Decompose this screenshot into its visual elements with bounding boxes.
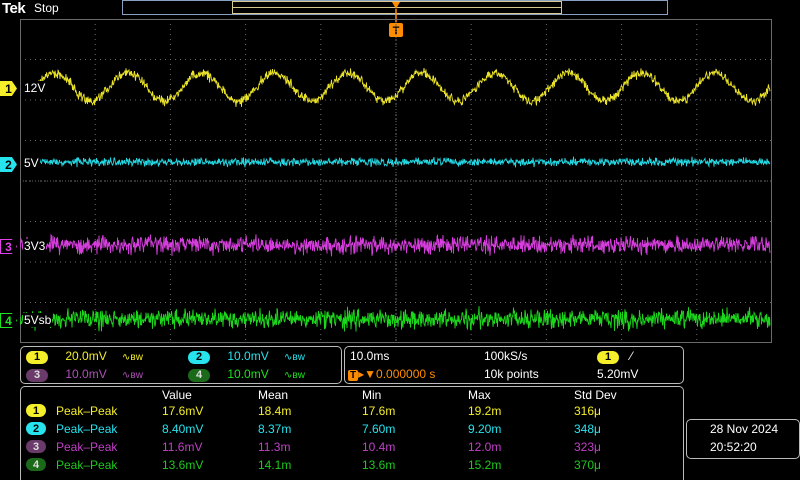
- measurement-std: 316μ: [574, 404, 601, 418]
- measurement-max: 9.20m: [468, 422, 502, 436]
- measurement-type: Peak–Peak: [56, 440, 118, 454]
- vertical-ch3[interactable]: 3 10.0mV ∿ʙᴡ: [26, 367, 143, 382]
- measurement-row[interactable]: 1 Peak–Peak 17.6mV 18.4m 17.6m 19.2m 316μ: [0, 404, 684, 420]
- delay-arrow-icon: ▸▼: [358, 367, 377, 381]
- measurement-header-cell: Value: [162, 388, 192, 402]
- measurement-channel-badge: 1: [26, 404, 46, 417]
- brand-logo: Tek: [2, 0, 26, 17]
- measurement-std: 370μ: [574, 458, 601, 472]
- measurement-value: 13.6mV: [162, 458, 204, 472]
- ch2-bw-limit-icon: ∿ʙᴡ: [284, 352, 305, 363]
- ch2-waveform: [35, 156, 771, 168]
- measurement-channel-badge: 2: [26, 422, 46, 435]
- measurement-max: 19.2m: [468, 404, 502, 418]
- measurement-mean: 18.4m: [258, 404, 292, 418]
- ch4-marker[interactable]: 4: [0, 313, 17, 328]
- ch1-waveform: [35, 67, 771, 107]
- measurement-min: 10.4m: [362, 440, 396, 454]
- measurement-type: Peak–Peak: [56, 422, 118, 436]
- measurement-value: 11.6mV: [162, 440, 203, 454]
- vertical-ch1[interactable]: 1 20.0mV ∿ʙᴡ: [26, 349, 143, 364]
- vertical-ch2[interactable]: 2 10.0mV ∿ʙᴡ: [188, 349, 305, 364]
- ch2-scale: 10.0mV: [227, 349, 269, 363]
- trigger-slope-icon: ⁄: [630, 349, 633, 363]
- measurement-mean: 11.3m: [258, 440, 291, 454]
- measurement-header-cell: Mean: [258, 388, 289, 402]
- ch3-badge: 3: [26, 368, 48, 382]
- trigger-source[interactable]: 1 ⁄: [597, 349, 632, 364]
- ch3-bw-limit-icon: ∿ʙᴡ: [122, 370, 143, 381]
- measurement-header-cell: Std Dev: [574, 388, 617, 402]
- ch2-marker[interactable]: 2: [0, 157, 17, 172]
- ch1-marker[interactable]: 1: [0, 81, 17, 96]
- ch4-waveform: [20, 306, 771, 332]
- measurement-min: 17.6m: [362, 404, 396, 418]
- measurement-header: Value Mean Min Max Std Dev: [0, 388, 684, 402]
- ch3-label: 3V3: [23, 239, 47, 253]
- measurement-header-cell: Max: [468, 388, 491, 402]
- trigger-arrow-icon: [392, 2, 400, 9]
- time-display: 20:52:20: [710, 440, 757, 454]
- time-per-div: 10.0ms: [350, 349, 390, 363]
- measurement-min: 13.6m: [362, 458, 396, 472]
- measurement-row[interactable]: 4 Peak–Peak 13.6mV 14.1m 13.6m 15.2m 370μ: [0, 458, 684, 474]
- horizontal-delay[interactable]: T ▸▼0.000000 s: [348, 367, 435, 381]
- measurement-mean: 8.37m: [258, 422, 292, 436]
- ch1-badge: 1: [26, 350, 48, 364]
- sample-rate: 100kS/s: [484, 349, 528, 363]
- ch2-label: 5V: [23, 156, 40, 170]
- measurement-mean: 14.1m: [258, 458, 292, 472]
- acquisition-state: Stop: [34, 1, 59, 15]
- ch4-bw-limit-icon: ∿ʙᴡ: [284, 370, 305, 381]
- ch3-waveform: [20, 233, 771, 257]
- measurement-header-cell: Min: [362, 388, 382, 402]
- measurement-value: 17.6mV: [162, 404, 204, 418]
- measurement-max: 12.0m: [468, 440, 502, 454]
- record-length: 10k points: [484, 367, 539, 381]
- ch4-label: 5Vsb: [23, 313, 53, 327]
- ch1-scale: 20.0mV: [65, 349, 107, 363]
- measurement-std: 323μ: [574, 440, 601, 454]
- ch2-badge: 2: [188, 350, 210, 364]
- measurement-std: 348μ: [574, 422, 601, 436]
- measurement-value: 8.40mV: [162, 422, 204, 436]
- vertical-ch4[interactable]: 4 10.0mV ∿ʙᴡ: [188, 367, 305, 382]
- trigger-level: 5.20mV: [597, 367, 639, 381]
- waveform-display[interactable]: [20, 19, 772, 343]
- delay-value: 0.000000 s: [376, 367, 436, 381]
- ch1-label: 12V: [23, 81, 47, 95]
- measurement-row[interactable]: 3 Peak–Peak 11.6mV 11.3m 10.4m 12.0m 323μ: [0, 440, 684, 456]
- trigger-source-badge: 1: [597, 350, 619, 364]
- measurement-channel-badge: 3: [26, 440, 46, 453]
- measurement-type: Peak–Peak: [56, 404, 118, 418]
- measurement-channel-badge: 4: [26, 458, 46, 471]
- measurement-max: 15.2m: [468, 458, 502, 472]
- measurement-type: Peak–Peak: [56, 458, 118, 472]
- ch3-scale: 10.0mV: [65, 367, 107, 381]
- delay-trigger-icon: T: [348, 370, 359, 381]
- ch1-bw-limit-icon: ∿ʙᴡ: [122, 352, 143, 363]
- ch4-badge: 4: [188, 368, 210, 382]
- measurement-row[interactable]: 2 Peak–Peak 8.40mV 8.37m 7.60m 9.20m 348μ: [0, 422, 684, 438]
- date-display: 28 Nov 2024: [710, 422, 779, 436]
- measurement-min: 7.60m: [362, 422, 396, 436]
- ch3-marker[interactable]: 3: [0, 239, 17, 254]
- ch4-scale: 10.0mV: [227, 367, 269, 381]
